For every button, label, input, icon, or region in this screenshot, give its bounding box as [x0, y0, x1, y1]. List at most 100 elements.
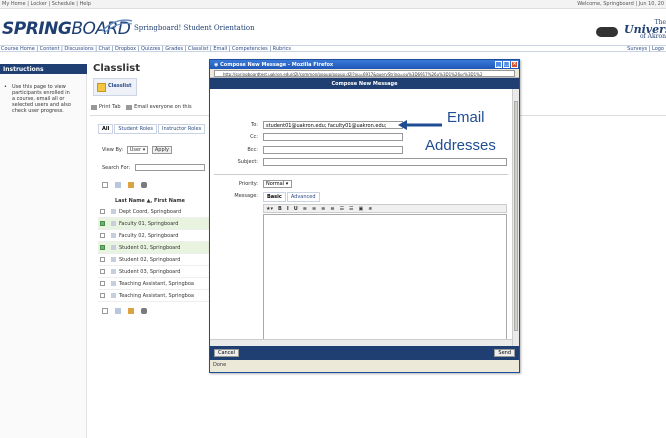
url-field[interactable]: http://springboardtest.uakron.edu/d2l/co… [214, 70, 515, 77]
classlist-icon [97, 83, 106, 92]
arrow-left-icon [398, 120, 442, 130]
table-row: Teaching Assistant, Springboa [98, 278, 214, 290]
tab-student-roles[interactable]: Student Roles [114, 124, 157, 134]
cc-field[interactable] [263, 133, 403, 141]
scroll-thumb[interactable] [514, 101, 518, 331]
bulk-actions-top [102, 181, 152, 188]
welcome-text: Welcome, Springboard | Jun 10, 20 [577, 1, 664, 7]
flag-icon [111, 281, 116, 286]
tab-advanced[interactable]: Advanced [286, 192, 320, 202]
apply-button[interactable]: Apply [151, 146, 172, 154]
row-checkbox[interactable] [100, 209, 105, 214]
site-header: SPRINGBOARD Springboard! Student Orienta… [0, 9, 666, 45]
tab-all[interactable]: All [98, 124, 114, 134]
user-name[interactable]: Dept Coord, Springboard [119, 209, 181, 215]
tab-basic[interactable]: Basic [263, 192, 286, 202]
select-all-checkbox[interactable] [102, 181, 108, 188]
annotation-email: Email [447, 109, 485, 126]
course-nav-links[interactable]: Course Home | Content | Discussions | Ch… [1, 46, 291, 52]
row-checkbox[interactable] [100, 269, 105, 274]
user-name[interactable]: Student 03, Springboard [119, 269, 180, 275]
row-checkbox[interactable] [100, 281, 105, 286]
window-titlebar[interactable]: ◉ Compose New Message - Mozilla Firefox … [210, 60, 519, 69]
swoosh-icon [101, 19, 133, 34]
classlist-tool-tab[interactable]: Classlist [93, 78, 137, 96]
horizontal-scrollbar[interactable] [210, 339, 512, 346]
underline-button[interactable]: U [294, 206, 298, 212]
course-nav-right[interactable]: Surveys | Logo [627, 46, 664, 52]
view-by-select[interactable]: User ▾ [126, 146, 149, 154]
minimize-icon[interactable]: _ [495, 61, 502, 68]
user-name[interactable]: Teaching Assistant, Springboa [119, 281, 194, 287]
instructions-panel: • Use this page to view participants enr… [0, 74, 87, 438]
image-icon[interactable]: ▣ [359, 206, 364, 212]
message-body-editor[interactable] [263, 214, 507, 358]
bullet-list-icon[interactable]: ☰ [340, 206, 344, 212]
align-center-icon[interactable]: ≡ [312, 206, 316, 212]
chevron-down-icon: ▾ [285, 181, 289, 187]
window-title: Compose New Message - Mozilla Firefox [220, 62, 334, 68]
annotation-addresses: Addresses [425, 137, 496, 154]
bulk-actions-bottom [102, 307, 152, 314]
table-row: Dept Coord, Springboard [98, 206, 214, 218]
to-label: To: [251, 122, 258, 128]
user-progress-icon[interactable] [127, 181, 134, 188]
close-icon[interactable]: × [511, 61, 518, 68]
top-links[interactable]: My Home | Locker | Schedule | Help [2, 1, 91, 7]
bullet-icon: • [4, 84, 7, 90]
flag-icon [111, 209, 116, 214]
email-everyone-link[interactable]: Email everyone on this [134, 104, 191, 110]
row-checkbox[interactable] [100, 293, 105, 298]
align-left-icon[interactable]: ≡ [303, 206, 307, 212]
email-selected-icon[interactable] [114, 307, 121, 314]
row-checkbox[interactable] [100, 245, 105, 250]
insert-stuff-icon[interactable]: ★▾ [266, 206, 273, 212]
column-header-name[interactable]: Last Name ▲, First Name [110, 196, 214, 205]
user-name[interactable]: Teaching Assistant, Springboa [119, 293, 194, 299]
to-field[interactable]: student01@uakron.edu; faculty01@uakron.e… [263, 121, 403, 129]
course-nav: Course Home | Content | Discussions | Ch… [0, 45, 666, 52]
bcc-field[interactable] [263, 146, 403, 154]
user-list: Dept Coord, Springboard Faculty 01, Spri… [98, 206, 214, 302]
user-name[interactable]: Student 02, Springboard [119, 257, 180, 263]
user-name[interactable]: Faculty 01, Springboard [119, 221, 178, 227]
search-control: Search For: [102, 164, 205, 171]
align-right-icon[interactable]: ≡ [321, 206, 325, 212]
user-progress-icon[interactable] [127, 307, 134, 314]
row-checkbox[interactable] [100, 233, 105, 238]
row-checkbox[interactable] [100, 221, 105, 226]
toggle-icon[interactable] [596, 27, 618, 37]
subject-field[interactable] [263, 158, 507, 166]
user-name[interactable]: Faculty 02, Springboard [119, 233, 178, 239]
bold-button[interactable]: B [278, 206, 282, 212]
status-bar: Done [210, 360, 519, 372]
maximize-icon[interactable]: □ [503, 61, 510, 68]
instructions-heading: Instructions [0, 64, 87, 74]
justify-icon[interactable]: ≡ [330, 206, 334, 212]
table-row: Student 02, Springboard [98, 254, 214, 266]
priority-select[interactable]: Normal ▾ [263, 180, 292, 188]
italic-button[interactable]: I [287, 206, 289, 212]
dialog-footer: Cancel Send [210, 346, 519, 360]
select-all-checkbox[interactable] [102, 307, 108, 314]
search-input[interactable] [134, 164, 205, 171]
subject-label: Subject: [237, 159, 258, 165]
user-name[interactable]: Student 01, Springboard [119, 245, 180, 251]
top-utility-bar: My Home | Locker | Schedule | Help Welco… [0, 0, 666, 9]
vertical-scrollbar[interactable] [512, 89, 519, 347]
equation-icon[interactable]: ≉ [368, 206, 372, 212]
print-icon[interactable] [140, 307, 147, 314]
email-selected-icon[interactable] [114, 181, 121, 188]
page-title: Classlist [93, 63, 141, 74]
editor-toolbar: ★▾ B I U ≡ ≡ ≡ ≡ ☰ ☰ ▣ ≉ [263, 204, 507, 213]
flag-icon [111, 233, 116, 238]
send-button[interactable]: Send [494, 349, 515, 357]
number-list-icon[interactable]: ☰ [349, 206, 353, 212]
divider [214, 174, 508, 175]
tab-instructor-roles[interactable]: Instructor Roles [157, 124, 206, 134]
cancel-button[interactable]: Cancel [214, 349, 239, 357]
flag-icon [111, 293, 116, 298]
print-tab-link[interactable]: Print Tab [99, 104, 121, 110]
print-icon[interactable] [140, 181, 147, 188]
row-checkbox[interactable] [100, 257, 105, 262]
